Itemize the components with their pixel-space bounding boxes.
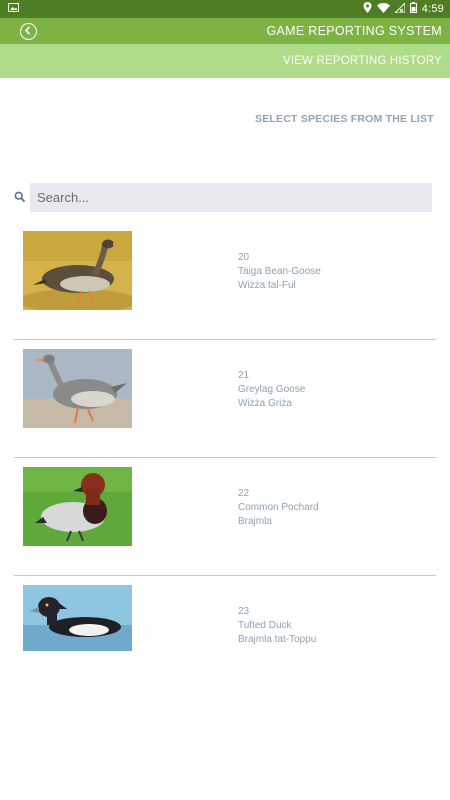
app-bar: GAME REPORTING SYSTEM: [0, 18, 450, 44]
search-input[interactable]: [30, 182, 432, 212]
status-time: 4:59: [421, 3, 444, 15]
view-reporting-history-link[interactable]: VIEW REPORTING HISTORY: [283, 55, 442, 67]
app-title: GAME REPORTING SYSTEM: [266, 24, 442, 38]
species-english-name: Tufted Duck: [238, 620, 292, 631]
species-photo-common-pochard: [23, 467, 132, 546]
species-english-name: Common Pochard: [238, 502, 319, 513]
search-icon: [14, 189, 30, 205]
species-photo-tufted-duck: [23, 585, 132, 651]
wifi-icon: [376, 2, 390, 16]
species-english-name: Taiga Bean-Goose: [238, 266, 321, 277]
species-item-common-pochard[interactable]: 22 Common Pochard Brajmla: [14, 458, 436, 576]
species-number: 21: [238, 370, 250, 381]
select-species-label: SELECT SPECIES FROM THE LIST: [255, 113, 434, 125]
species-photo-greylag-goose: [23, 349, 132, 428]
species-number: 23: [238, 606, 250, 617]
species-number: 20: [238, 252, 250, 263]
species-english-name: Greylag Goose: [238, 384, 306, 395]
species-maltese-name: Brajmla: [238, 516, 272, 527]
species-photo-taiga-bean-goose: [23, 231, 132, 310]
species-text: 20 Taiga Bean-Goose Wiżża tal-Ful: [238, 251, 321, 293]
search-bar: [14, 182, 434, 212]
image-notification-icon: [8, 3, 19, 15]
species-list: 20 Taiga Bean-Goose Wiżża tal-Ful 21 Gre…: [14, 222, 436, 694]
sub-bar: VIEW REPORTING HISTORY: [0, 44, 450, 78]
species-text: 21 Greylag Goose Wiżża Griża: [238, 369, 305, 411]
battery-icon: [409, 2, 417, 16]
species-item-taiga-bean-goose[interactable]: 20 Taiga Bean-Goose Wiżża tal-Ful: [14, 222, 436, 340]
back-button[interactable]: [20, 22, 37, 40]
status-bar: 4:59: [0, 0, 450, 18]
species-text: 22 Common Pochard Brajmla: [238, 487, 319, 529]
back-circle-icon: [24, 22, 33, 40]
species-number: 22: [238, 488, 250, 499]
species-item-tufted-duck[interactable]: 23 Tufted Duck Brajmla tat-Toppu: [14, 576, 436, 694]
species-maltese-name: Brajmla tat-Toppu: [238, 634, 317, 645]
species-maltese-name: Wiżża tal-Ful: [238, 280, 296, 291]
species-maltese-name: Wiżża Griża: [238, 398, 292, 409]
species-text: 23 Tufted Duck Brajmla tat-Toppu: [238, 605, 316, 647]
species-item-greylag-goose[interactable]: 21 Greylag Goose Wiżża Griża: [14, 340, 436, 458]
signal-icon: [393, 1, 406, 16]
location-icon: [363, 2, 372, 16]
